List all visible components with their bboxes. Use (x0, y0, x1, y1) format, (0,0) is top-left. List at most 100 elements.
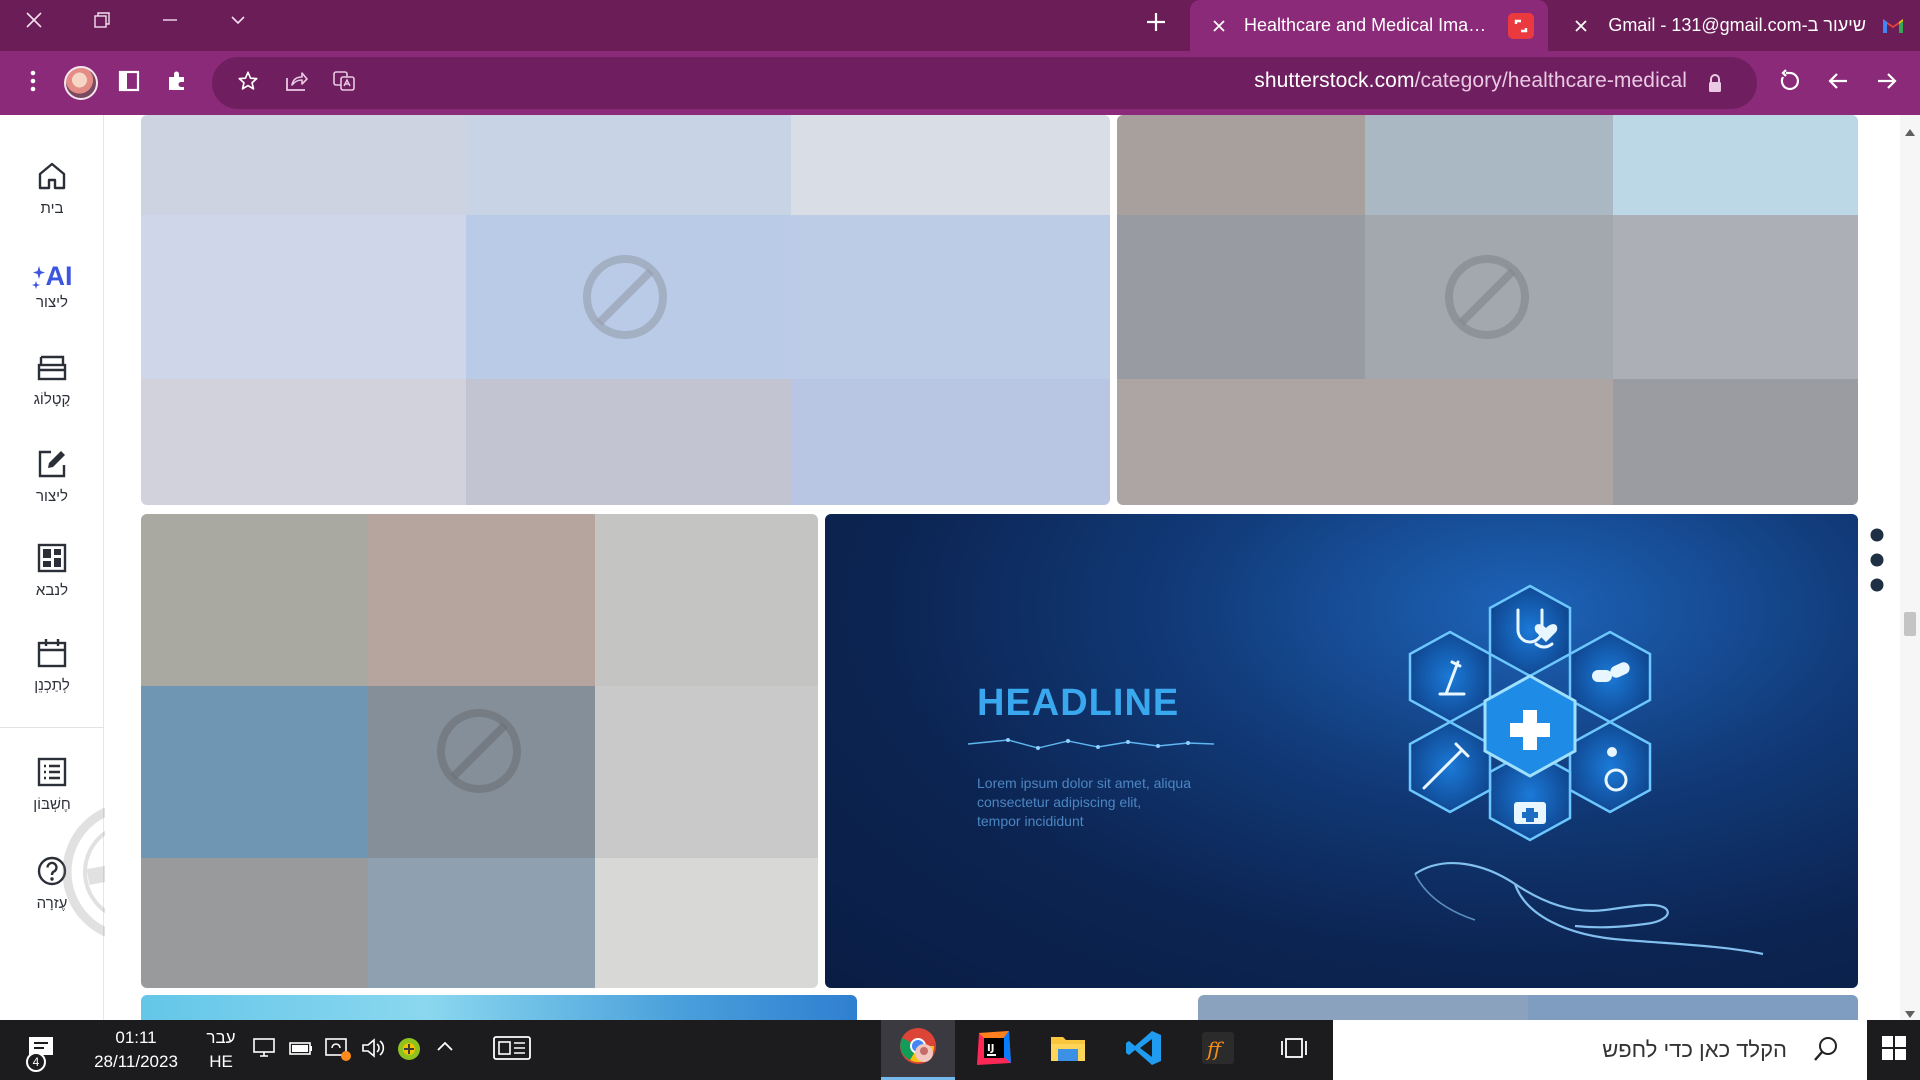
avatar (64, 66, 98, 100)
start-button[interactable] (1867, 1020, 1920, 1080)
input-language[interactable]: עבר HE (198, 1026, 244, 1074)
news-widget-icon[interactable] (492, 1034, 532, 1067)
left-navigation: בית AI ליצור קָטָלוֹג ליצור לנבא לְתַכְנ… (0, 115, 204, 1020)
image-tile[interactable] (141, 995, 857, 1020)
nav-label: ליצור (36, 294, 68, 311)
scroll-up-arrow-icon[interactable] (1905, 123, 1915, 141)
image-tile[interactable] (1117, 115, 1858, 505)
windows-logo-icon (1881, 1035, 1907, 1066)
catalog-icon (36, 353, 68, 387)
nav-label: קָטָלוֹג (33, 391, 71, 408)
tab-close-button[interactable] (1208, 15, 1230, 37)
image-tile[interactable] (141, 514, 818, 988)
app-tray-icon[interactable] (396, 1036, 422, 1067)
taskbar-app-file-explorer[interactable] (1031, 1020, 1105, 1080)
lock-icon[interactable] (1707, 73, 1723, 98)
star-icon (237, 70, 259, 97)
profile-avatar-button[interactable] (61, 63, 101, 103)
more-options-icon[interactable] (1870, 528, 1884, 597)
gmail-icon (1880, 13, 1906, 39)
nav-item-catalog[interactable]: קָטָלוֹג (0, 353, 104, 408)
share-icon (284, 70, 308, 97)
url-host: shutterstock.com (1254, 69, 1415, 92)
volume-icon[interactable] (360, 1036, 386, 1065)
nav-item-create[interactable]: ליצור (0, 448, 104, 505)
clock-date: 28/11/2023 (94, 1052, 178, 1071)
plus-icon (1145, 11, 1167, 38)
vscode-icon (1125, 1029, 1163, 1072)
image-unavailable-icon (581, 253, 669, 341)
shutterstock-icon (1508, 12, 1534, 39)
notification-center-button[interactable]: 4 (26, 1034, 66, 1074)
taskbar-app-fontforge[interactable]: ff (1181, 1020, 1255, 1080)
tab-gmail[interactable]: שיעור ב-Gmail - 131@gmail.com (1552, 0, 1920, 51)
windows-taskbar: 4 01:11 28/11/2023 עבר HE IJ ff הקלד כאן… (0, 1020, 1920, 1080)
nav-label: ליצור (36, 488, 68, 505)
clock[interactable]: 01:11 28/11/2023 (86, 1026, 186, 1074)
intellij-icon: IJ (975, 1029, 1013, 1072)
nav-divider (0, 727, 104, 728)
image-unavailable-icon (1443, 253, 1531, 341)
extensions-button[interactable] (157, 63, 197, 103)
nav-label: לנבא (35, 582, 69, 599)
tab-close-button[interactable] (1570, 15, 1592, 37)
featured-body-line: consectetur adipiscing elit, (977, 794, 1142, 810)
arrow-left-icon (1827, 70, 1849, 97)
share-button[interactable] (276, 63, 316, 103)
menu-button[interactable] (13, 63, 53, 103)
tab-healthcare[interactable]: Healthcare and Medical Images, (1190, 0, 1548, 51)
chrome-icon (898, 1026, 938, 1071)
browser-title-bar: Healthcare and Medical Images, שיעור ב-G… (0, 0, 1920, 51)
calendar-icon (36, 637, 68, 673)
taskbar-task-view[interactable] (1257, 1020, 1331, 1080)
image-tile[interactable] (1198, 995, 1858, 1020)
fontforge-icon: ff (1200, 1030, 1236, 1071)
network-line-icon (967, 734, 1215, 759)
side-panel-button[interactable] (109, 63, 149, 103)
featured-body-line: Lorem ipsum dolor sit amet, aliqua (977, 775, 1191, 791)
nav-label: בית (40, 200, 64, 217)
url-path: /category/healthcare-medical (1414, 69, 1687, 92)
tab-search-button[interactable] (204, 0, 272, 44)
kebab-menu-icon (30, 70, 36, 97)
nav-item-plan[interactable]: לְתַכְנֵן (0, 637, 104, 694)
nav-item-ai-create[interactable]: AI ליצור (0, 252, 104, 311)
new-tab-button[interactable] (1122, 2, 1190, 46)
ai-badge: AI (45, 261, 73, 291)
chevron-up-icon[interactable] (434, 1036, 456, 1063)
taskbar-app-vscode[interactable] (1107, 1020, 1181, 1080)
address-bar[interactable]: shutterstock.com/category/healthcare-med… (212, 57, 1757, 109)
taskbar-app-chrome[interactable] (881, 1020, 955, 1080)
restore-window-button[interactable] (68, 0, 136, 44)
close-window-button[interactable] (0, 0, 68, 44)
reload-button[interactable] (1770, 63, 1810, 103)
translate-button[interactable] (324, 63, 364, 103)
bookmark-star-button[interactable] (228, 63, 268, 103)
tab-title: שיעור ב-Gmail - 131@gmail.com (1608, 15, 1866, 35)
battery-icon[interactable] (288, 1036, 314, 1065)
featured-headline: HEADLINE (977, 682, 1180, 724)
featured-body-line: tempor incididunt (977, 813, 1084, 829)
image-tile[interactable] (141, 115, 1110, 505)
taskbar-search-input[interactable]: הקלד כאן כדי לחפש (1333, 1020, 1867, 1080)
ai-icon: AI (31, 252, 73, 291)
forward-button[interactable] (1867, 63, 1907, 103)
nav-item-home[interactable]: בית (0, 160, 104, 217)
scrollbar-thumb[interactable] (1904, 612, 1916, 636)
minimize-icon (161, 11, 179, 34)
nav-item-predict[interactable]: לנבא (0, 542, 104, 599)
language-native: עבר (206, 1028, 236, 1047)
tab-title: Healthcare and Medical Images, (1244, 15, 1494, 35)
predict-icon (36, 542, 68, 578)
taskbar-app-intellij[interactable]: IJ (957, 1020, 1031, 1080)
notification-count-badge: 4 (26, 1052, 46, 1072)
arrow-right-icon (1876, 70, 1898, 97)
vertical-scrollbar[interactable] (1900, 115, 1920, 1020)
minimize-window-button[interactable] (136, 0, 204, 44)
url-text[interactable]: shutterstock.com/category/healthcare-med… (1254, 69, 1687, 93)
network-icon[interactable] (252, 1036, 278, 1065)
remote-desktop-icon[interactable] (324, 1036, 352, 1067)
back-button[interactable] (1818, 63, 1858, 103)
folder-icon (1049, 1031, 1087, 1070)
featured-image-tile[interactable]: HEADLINE Lorem ipsum dolor sit amet, ali… (825, 514, 1858, 988)
